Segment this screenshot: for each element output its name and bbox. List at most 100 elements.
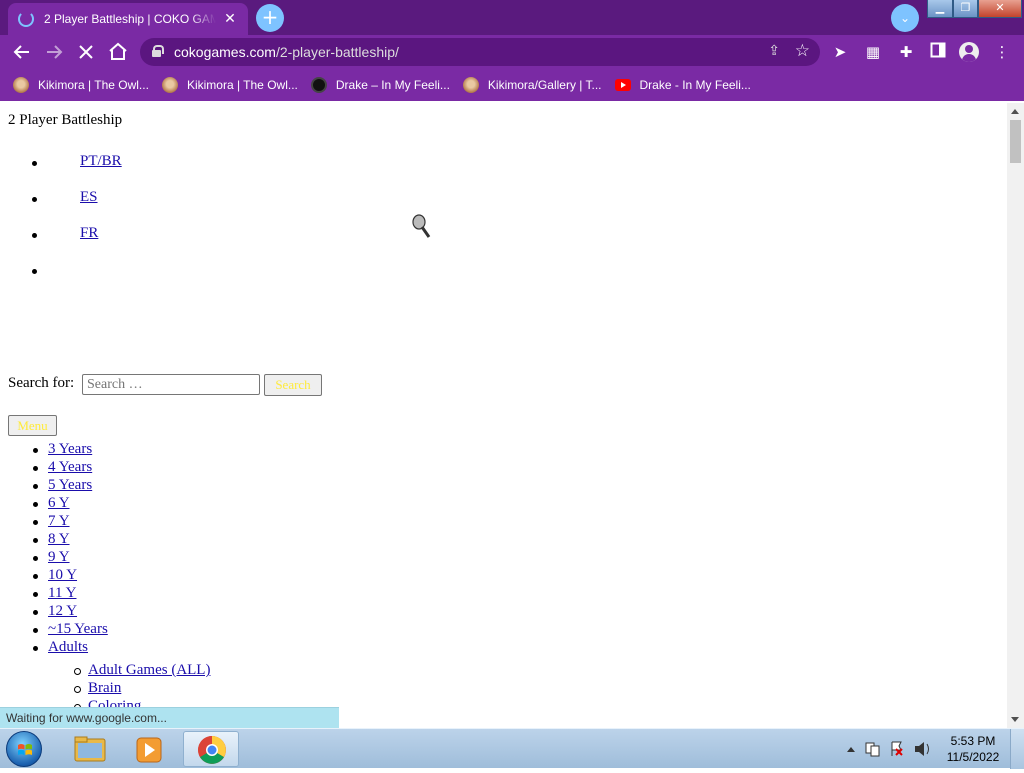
page-scrollbar[interactable] <box>1007 103 1024 728</box>
tab-search-button[interactable]: ⌄ <box>891 4 919 32</box>
youtube-favicon-icon <box>614 79 631 91</box>
menu-item: 12 Y <box>32 603 77 621</box>
menu-link[interactable]: 12 Y <box>48 603 77 619</box>
show-hidden-icons-icon[interactable] <box>847 747 855 752</box>
menu-item: 10 Y <box>32 567 77 585</box>
menu-link[interactable]: ~15 Years <box>48 621 108 637</box>
show-desktop-button[interactable] <box>1010 729 1024 769</box>
loading-spinner-icon <box>18 11 34 27</box>
screen-capture-extension-icon[interactable]: ▦ <box>863 42 883 62</box>
new-tab-button[interactable]: + <box>256 4 284 32</box>
maximize-button[interactable]: ❐ <box>953 0 978 18</box>
minimize-button[interactable]: ▁ <box>927 0 953 18</box>
menu-item: 5 Years <box>32 477 92 495</box>
drake-favicon-icon <box>310 77 327 93</box>
bookmark-label: Kikimora/Gallery | T... <box>487 78 602 92</box>
volume-icon[interactable] <box>915 742 929 756</box>
bullet <box>32 197 37 202</box>
menu-link[interactable]: 8 Y <box>48 531 70 547</box>
menu-link[interactable]: 7 Y <box>48 513 70 529</box>
menu-link[interactable]: 4 Years <box>48 459 92 475</box>
windows-logo-icon <box>18 744 32 755</box>
browser-toolbar: cokogames.com/2-player-battleship/ ⇪ ☆ ➤… <box>0 35 1024 69</box>
language-link-fr[interactable]: FR <box>80 225 98 242</box>
address-bar[interactable]: cokogames.com/2-player-battleship/ ⇪ ☆ <box>140 38 820 66</box>
search-button[interactable]: Search <box>264 374 322 396</box>
share-icon[interactable]: ⇪ <box>768 43 780 59</box>
menu-item: 4 Years <box>32 459 92 477</box>
scroll-down-arrow-icon[interactable] <box>1011 717 1019 722</box>
start-button[interactable] <box>6 731 42 767</box>
network-icon[interactable] <box>865 742 880 757</box>
address-url[interactable]: cokogames.com/2-player-battleship/ <box>174 44 399 60</box>
more-menu-icon[interactable]: ⋮ <box>992 42 1012 62</box>
bullet <box>32 233 37 238</box>
menu-item: Adults <box>32 639 88 657</box>
bookmark-label: Kikimora | The Owl... <box>186 78 298 92</box>
bookmark-item[interactable]: Kikimora | The Owl... <box>161 77 298 93</box>
windows-taskbar: 5:53 PM 11/5/2022 <box>0 728 1024 769</box>
submenu-item: Brain <box>73 680 121 698</box>
site-title: 2 Player Battleship <box>8 112 123 128</box>
taskbar-media-player[interactable] <box>122 731 178 767</box>
menu-item: 7 Y <box>33 513 70 531</box>
menu-link[interactable]: 6 Y <box>48 495 70 511</box>
tab-close-icon[interactable]: ✕ <box>222 11 238 27</box>
menu-button[interactable]: Menu <box>8 415 57 436</box>
search-label: Search for: <box>8 375 75 391</box>
menu-link[interactable]: 10 Y <box>48 567 77 583</box>
home-icon[interactable] <box>106 40 130 64</box>
language-link-pt-br[interactable]: PT/BR <box>80 153 122 170</box>
scroll-up-arrow-icon[interactable] <box>1011 109 1019 114</box>
menu-item: 3 Years <box>32 441 92 459</box>
bullet <box>32 161 37 166</box>
clock-date: 11/5/2022 <box>946 750 1000 764</box>
menu-link[interactable]: 9 Y <box>48 549 70 565</box>
clock-time: 5:53 PM <box>950 734 996 748</box>
chrome-icon <box>198 736 226 764</box>
profile-avatar-icon[interactable] <box>959 42 979 62</box>
language-link-es[interactable]: ES <box>80 189 98 206</box>
scrollbar-thumb[interactable] <box>1010 120 1021 163</box>
lock-icon[interactable] <box>152 45 164 57</box>
taskbar-explorer[interactable] <box>62 731 118 767</box>
menu-item: 11 Y <box>32 585 76 603</box>
mouse-cursor-icon <box>412 214 431 238</box>
owl-favicon-icon <box>13 77 29 93</box>
submenu-link[interactable]: Brain <box>88 680 121 696</box>
browser-tab[interactable]: 2 Player Battleship | COKO GAMES ✕ <box>8 3 248 35</box>
web-page: 2 Player Battleship PT/BR ES FR Search f… <box>0 103 1007 728</box>
bookmark-label: Kikimora | The Owl... <box>38 78 149 92</box>
menu-link[interactable]: 11 Y <box>48 585 76 601</box>
menu-link[interactable]: 5 Years <box>48 477 92 493</box>
action-center-icon[interactable] <box>891 741 903 756</box>
bookmark-item[interactable]: Kikimora | The Owl... <box>13 77 149 93</box>
menu-link[interactable]: Adults <box>48 639 88 655</box>
extensions-puzzle-icon[interactable]: ✚ <box>896 42 916 62</box>
menu-item: ~15 Years <box>33 621 108 639</box>
side-panel-icon[interactable] <box>928 42 948 62</box>
taskbar-chrome[interactable] <box>183 731 239 767</box>
back-arrow-icon[interactable] <box>10 40 34 64</box>
menu-item: 9 Y <box>33 549 70 567</box>
submenu-link[interactable]: Adult Games (ALL) <box>88 662 210 678</box>
url-host: cokogames.com <box>174 44 276 60</box>
forward-arrow-icon[interactable] <box>42 40 66 64</box>
bookmark-label: Drake - In My Feeli... <box>639 78 751 92</box>
window-close-button[interactable]: ✕ <box>978 0 1022 18</box>
bookmark-star-icon[interactable]: ☆ <box>795 41 810 61</box>
bookmark-item[interactable]: Drake - In My Feeli... <box>614 78 751 92</box>
submenu-item: Adult Games (ALL) <box>73 662 210 680</box>
tab-strip: 2 Player Battleship | COKO GAMES ✕ + ⌄ ▁… <box>0 0 1024 35</box>
cursor-extension-icon[interactable]: ➤ <box>830 42 850 62</box>
taskbar-clock[interactable]: 5:53 PM 11/5/2022 <box>940 733 1006 765</box>
tab-title: 2 Player Battleship | COKO GAMES <box>44 12 216 26</box>
search-input[interactable] <box>82 374 260 395</box>
bookmark-item[interactable]: Drake – In My Feeli... <box>310 77 450 93</box>
menu-link[interactable]: 3 Years <box>48 441 92 457</box>
bookmark-item[interactable]: Kikimora/Gallery | T... <box>462 77 602 93</box>
status-bubble: Waiting for www.google.com... <box>0 707 339 728</box>
stop-loading-icon[interactable] <box>74 40 98 64</box>
media-player-icon <box>136 737 162 763</box>
bookmarks-bar: Kikimora | The Owl... Kikimora | The Owl… <box>0 69 1024 101</box>
